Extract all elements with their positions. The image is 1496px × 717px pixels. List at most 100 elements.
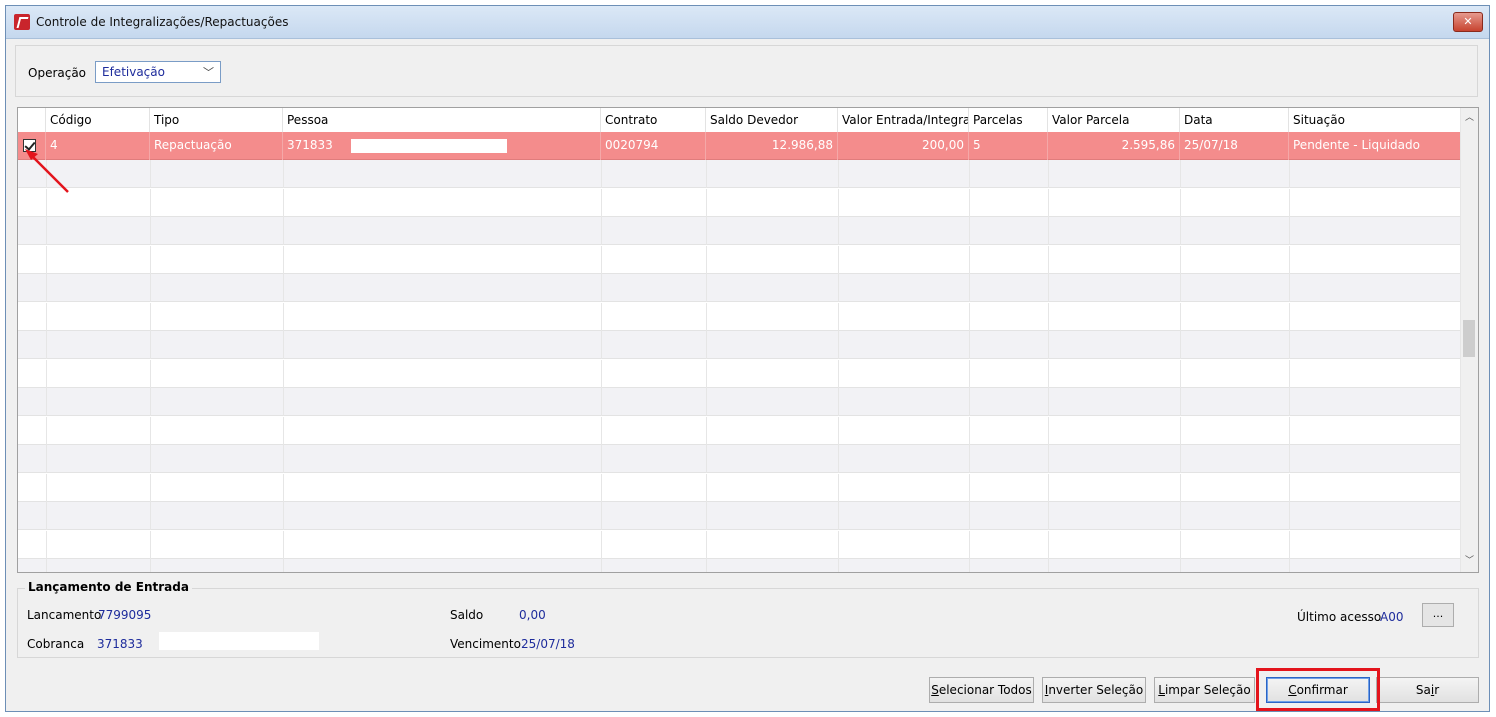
table-row[interactable] bbox=[18, 359, 1462, 388]
grid-divider bbox=[150, 473, 151, 502]
grid-divider bbox=[969, 416, 970, 445]
grid-divider bbox=[601, 245, 602, 274]
grid-divider bbox=[46, 445, 47, 473]
grid-divider bbox=[969, 160, 970, 188]
grid-divider bbox=[150, 302, 151, 331]
table-row[interactable] bbox=[18, 473, 1462, 502]
grid-divider bbox=[706, 188, 707, 217]
grid-divider bbox=[838, 502, 839, 530]
table-row[interactable] bbox=[18, 302, 1462, 331]
grid-divider bbox=[838, 530, 839, 559]
header-parcelas[interactable]: Parcelas bbox=[969, 108, 1048, 132]
grid-divider bbox=[1289, 217, 1290, 245]
limpar-selecao-button[interactable]: Limpar Seleção bbox=[1154, 677, 1255, 703]
header-data[interactable]: Data bbox=[1180, 108, 1289, 132]
grid-divider bbox=[1180, 217, 1181, 245]
table-row[interactable] bbox=[18, 502, 1462, 530]
grid-divider bbox=[1048, 559, 1049, 572]
cell-valor-entrada: 200,00 bbox=[838, 132, 969, 160]
grid-divider bbox=[46, 217, 47, 245]
inverter-selecao-button[interactable]: Inverter Seleção bbox=[1042, 677, 1146, 703]
table-row[interactable] bbox=[18, 188, 1462, 217]
grid-divider bbox=[706, 274, 707, 302]
scroll-up-icon[interactable]: ︿ bbox=[1461, 110, 1478, 127]
grid-divider bbox=[601, 416, 602, 445]
confirmar-button[interactable]: Confirmar bbox=[1266, 677, 1370, 703]
chevron-down-icon: ﹀ bbox=[203, 66, 214, 79]
operation-panel: Operação Efetivação ﹀ bbox=[15, 45, 1478, 97]
header-tipo[interactable]: Tipo bbox=[150, 108, 283, 132]
sair-button[interactable]: Sair bbox=[1376, 677, 1479, 703]
header-codigo[interactable]: Código bbox=[46, 108, 150, 132]
scroll-down-icon[interactable]: ﹀ bbox=[1461, 553, 1478, 570]
operacao-value: Efetivação bbox=[102, 65, 165, 79]
table-row[interactable] bbox=[18, 559, 1462, 572]
header-saldo-devedor[interactable]: Saldo Devedor bbox=[706, 108, 838, 132]
saldo-value: 0,00 bbox=[519, 608, 546, 622]
grid-divider bbox=[1180, 416, 1181, 445]
grid-divider bbox=[706, 217, 707, 245]
table-row[interactable] bbox=[18, 331, 1462, 359]
grid-divider bbox=[283, 274, 284, 302]
header-pessoa[interactable]: Pessoa bbox=[283, 108, 601, 132]
grid-divider bbox=[601, 473, 602, 502]
grid-divider bbox=[838, 160, 839, 188]
grid-divider bbox=[601, 188, 602, 217]
grid-divider bbox=[46, 473, 47, 502]
grid-divider bbox=[1289, 160, 1290, 188]
ultimo-acesso-lookup-button[interactable]: ... bbox=[1422, 603, 1454, 627]
grid-divider bbox=[706, 416, 707, 445]
lancamento-label: Lancamento bbox=[27, 608, 102, 622]
close-button[interactable]: ✕ bbox=[1453, 12, 1483, 32]
vertical-scrollbar[interactable]: ︿ ﹀ bbox=[1460, 108, 1478, 572]
grid-divider bbox=[1289, 302, 1290, 331]
grid-divider bbox=[838, 331, 839, 359]
cell-pessoa-value: 371833 bbox=[287, 138, 333, 152]
grid-divider bbox=[838, 245, 839, 274]
grid-divider bbox=[601, 160, 602, 188]
table-row-selected[interactable]: 4 Repactuação 371833 0020794 12.986,88 2… bbox=[18, 132, 1462, 160]
grid-divider bbox=[1048, 445, 1049, 473]
cell-situacao: Pendente - Liquidado bbox=[1293, 138, 1420, 152]
grid-divider bbox=[706, 473, 707, 502]
header-valor-entrada[interactable]: Valor Entrada/Integrali... bbox=[838, 108, 969, 132]
row-checkbox[interactable] bbox=[23, 139, 36, 152]
scroll-thumb[interactable] bbox=[1463, 320, 1475, 357]
grid-divider bbox=[969, 502, 970, 530]
header-contrato[interactable]: Contrato bbox=[601, 108, 706, 132]
vencimento-value: 25/07/18 bbox=[521, 637, 575, 651]
table-row[interactable] bbox=[18, 217, 1462, 245]
title-bar: Controle de Integralizações/Repactuações… bbox=[6, 6, 1489, 39]
grid-divider bbox=[283, 559, 284, 572]
operacao-select[interactable]: Efetivação ﹀ bbox=[95, 61, 221, 83]
grid-divider bbox=[601, 502, 602, 530]
table-row[interactable] bbox=[18, 445, 1462, 473]
entrada-legend: Lançamento de Entrada bbox=[25, 580, 192, 594]
table-row[interactable] bbox=[18, 388, 1462, 416]
grid-divider bbox=[46, 502, 47, 530]
table-row[interactable] bbox=[18, 245, 1462, 274]
row-checkbox-cell[interactable] bbox=[18, 132, 46, 160]
grid-divider bbox=[1048, 502, 1049, 530]
ultimo-acesso-value: A00 bbox=[1380, 610, 1404, 624]
grid-divider bbox=[969, 559, 970, 572]
grid-divider bbox=[1180, 302, 1181, 331]
table-row[interactable] bbox=[18, 160, 1462, 188]
table-row[interactable] bbox=[18, 274, 1462, 302]
cell-data: 25/07/18 bbox=[1180, 132, 1289, 160]
grid-divider bbox=[1180, 160, 1181, 188]
grid-divider bbox=[1289, 473, 1290, 502]
grid-divider bbox=[1048, 302, 1049, 331]
selecionar-todos-button[interactable]: Selecionar Todos bbox=[929, 677, 1034, 703]
grid-divider bbox=[283, 416, 284, 445]
header-valor-parcela[interactable]: Valor Parcela bbox=[1048, 108, 1180, 132]
table-row[interactable] bbox=[18, 416, 1462, 445]
cell-valor-parcela: 2.595,86 bbox=[1048, 132, 1180, 160]
cell-contrato: 0020794 bbox=[601, 132, 706, 160]
table-row[interactable] bbox=[18, 530, 1462, 559]
grid-divider bbox=[46, 160, 47, 188]
grid-divider bbox=[601, 445, 602, 473]
grid-divider bbox=[283, 445, 284, 473]
grid-divider bbox=[969, 388, 970, 416]
header-situacao[interactable]: Situação bbox=[1289, 108, 1462, 132]
